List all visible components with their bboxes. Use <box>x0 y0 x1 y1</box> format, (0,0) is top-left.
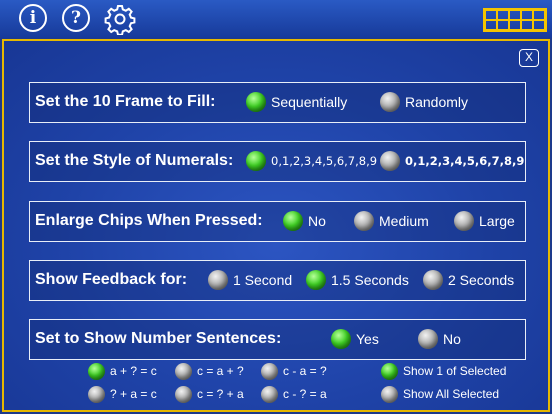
option-feedback-1s[interactable]: 1 Second <box>208 261 292 299</box>
option-sentences-yes[interactable]: Yes <box>331 320 379 358</box>
numeral-style-row: Set the Style of Numerals: 0,1,2,3,4,5,6… <box>29 141 526 182</box>
feedback-row: Show Feedback for: 1 Second 1.5 Seconds … <box>29 260 526 301</box>
radio-icon[interactable] <box>175 362 192 380</box>
option-feedback-1-5s[interactable]: 1.5 Seconds <box>306 261 409 299</box>
sentence-option[interactable]: ? + a = c <box>88 384 157 404</box>
option-sentences-no[interactable]: No <box>418 320 461 358</box>
radio-icon[interactable] <box>381 362 398 380</box>
gear-icon[interactable] <box>104 3 136 36</box>
option-enlarge-large[interactable]: Large <box>454 202 515 240</box>
radio-icon[interactable] <box>306 270 326 290</box>
radio-icon[interactable] <box>246 92 266 112</box>
radio-icon[interactable] <box>246 151 266 171</box>
show-all-selected-option[interactable]: Show All Selected <box>381 384 499 404</box>
ten-frame-icon[interactable] <box>483 8 547 32</box>
option-enlarge-no[interactable]: No <box>283 202 326 240</box>
radio-icon[interactable] <box>331 329 351 349</box>
radio-icon[interactable] <box>418 329 438 349</box>
sentence-option[interactable]: c = ? + a <box>175 384 244 404</box>
radio-icon[interactable] <box>175 385 192 403</box>
radio-icon[interactable] <box>261 385 278 403</box>
help-button[interactable]: ? <box>62 4 90 32</box>
radio-icon[interactable] <box>261 362 278 380</box>
option-randomly[interactable]: Randomly <box>380 83 468 121</box>
radio-icon[interactable] <box>88 385 105 403</box>
option-enlarge-medium[interactable]: Medium <box>354 202 429 240</box>
radio-icon[interactable] <box>88 362 105 380</box>
enlarge-chips-label: Enlarge Chips When Pressed: <box>35 212 263 229</box>
fill-order-row: Set the 10 Frame to Fill: Sequentially R… <box>29 82 526 123</box>
radio-icon[interactable] <box>454 211 474 231</box>
radio-icon[interactable] <box>380 151 400 171</box>
fill-order-label: Set the 10 Frame to Fill: <box>35 93 216 110</box>
radio-icon[interactable] <box>423 270 443 290</box>
radio-icon[interactable] <box>283 211 303 231</box>
option-numerals-handwritten[interactable]: 0,1,2,3,4,5,6,7,8,9 <box>246 142 377 180</box>
show-one-selected-option[interactable]: Show 1 of Selected <box>381 361 506 381</box>
sentence-option[interactable]: c - ? = a <box>261 384 327 404</box>
feedback-label: Show Feedback for: <box>35 271 188 288</box>
numeral-style-label: Set the Style of Numerals: <box>35 152 234 169</box>
number-sentences-row: Set to Show Number Sentences: Yes No <box>29 319 526 360</box>
option-numerals-typed[interactable]: 0,1,2,3,4,5,6,7,8,9 <box>380 142 524 180</box>
radio-icon[interactable] <box>380 92 400 112</box>
top-toolbar: i ? <box>0 0 552 38</box>
sentence-option[interactable]: c = a + ? <box>175 361 244 381</box>
radio-icon[interactable] <box>354 211 374 231</box>
close-button[interactable]: X <box>519 49 539 67</box>
number-sentences-label: Set to Show Number Sentences: <box>35 330 282 347</box>
radio-icon[interactable] <box>208 270 228 290</box>
option-feedback-2s[interactable]: 2 Seconds <box>423 261 514 299</box>
info-button[interactable]: i <box>19 4 47 32</box>
sentence-option[interactable]: c - a = ? <box>261 361 327 381</box>
radio-icon[interactable] <box>381 385 398 403</box>
sentence-option[interactable]: a + ? = c <box>88 361 157 381</box>
option-sequentially[interactable]: Sequentially <box>246 83 347 121</box>
enlarge-chips-row: Enlarge Chips When Pressed: No Medium La… <box>29 201 526 242</box>
